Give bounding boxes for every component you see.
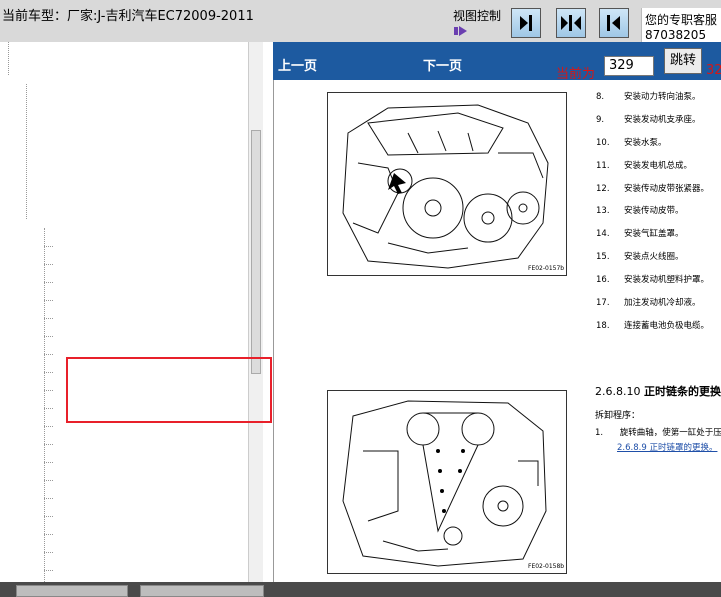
install-step: 9. 安装发动机支承座。	[596, 113, 701, 125]
tree-connector	[44, 390, 53, 391]
tree-scrollbar[interactable]	[248, 42, 263, 582]
engine-front-figure: FE02-0157b	[327, 92, 567, 276]
service-phone: 87038205	[645, 28, 707, 42]
step-number: 17.	[596, 298, 610, 308]
engine-drawing	[342, 104, 549, 269]
step-text: 安装发动机塑料护罩。	[624, 275, 710, 285]
timing-chain-drawing	[342, 400, 547, 567]
install-step: 17. 加注发动机冷却液。	[596, 296, 701, 308]
tree-connector	[44, 570, 53, 571]
step-number: 18.	[596, 321, 610, 331]
split-arrows-icon	[561, 15, 581, 31]
step-text: 安装水泵。	[624, 138, 667, 148]
tree-connector	[44, 246, 53, 247]
figure-1-caption: FE02-0157b	[528, 265, 565, 272]
step-number: 11.	[596, 161, 610, 171]
top-bar: 当前车型：厂家:J-吉利汽车EC72009-2011 视图控制 您的专职客服 8…	[0, 0, 721, 42]
tree-guide-line	[8, 42, 9, 75]
step-number: 15.	[596, 252, 610, 262]
install-step: 12. 安装传动皮带张紧器。	[596, 182, 709, 194]
jump-button[interactable]: 跳转	[664, 48, 702, 74]
customer-service-box: 您的专职客服 87038205	[641, 8, 721, 42]
tree-connector	[44, 462, 53, 463]
procedure-step-text: 旋转曲轴，使第一缸处于压	[619, 428, 721, 438]
tree-connector	[44, 498, 53, 499]
step-text: 安装点火线圈。	[624, 252, 684, 262]
arrow-to-right-bar-icon	[520, 15, 532, 31]
tree-connector	[44, 444, 53, 445]
section-heading: 2.6.8.10 正时链条的更换	[595, 383, 721, 399]
view-control-label: 视图控制	[453, 9, 502, 23]
procedure-step: 1. 旋转曲轴，使第一缸处于压	[595, 426, 721, 438]
procedure-label: 拆卸程序：	[595, 411, 641, 421]
service-label: 您的专职客服	[645, 13, 718, 27]
step-text: 安装传动皮带。	[624, 206, 684, 216]
tree-connector	[44, 408, 53, 409]
current-vehicle-title: 当前车型：厂家:J-吉利汽车EC72009-2011	[2, 9, 254, 24]
step-number: 13.	[596, 206, 610, 216]
section-number: 2.6.8.10	[595, 385, 641, 398]
tree-connector	[44, 552, 53, 553]
step-text: 连接蓄电池负极电缆。	[624, 321, 710, 331]
tree-guide-line	[44, 228, 45, 582]
toc-tree-panel	[0, 42, 263, 582]
section-title-text: 正时链条的更换	[643, 385, 721, 398]
page-number-input[interactable]: 329	[604, 56, 654, 76]
timing-chain-figure: FE02-0158b	[327, 390, 567, 574]
bottom-tab-2[interactable]	[140, 585, 264, 597]
total-pages-text: 32	[706, 63, 721, 78]
install-step: 18. 连接蓄电池负极电缆。	[596, 319, 709, 331]
tree-connector	[44, 480, 53, 481]
view-control-icon	[454, 26, 467, 36]
tree-connector	[44, 354, 53, 355]
install-step: 16. 安装发动机塑料护罩。	[596, 273, 709, 285]
tree-connector	[44, 318, 53, 319]
tree-connector	[44, 300, 53, 301]
tree-connector	[44, 534, 53, 535]
tree-connector	[44, 372, 53, 373]
tree-connector	[44, 426, 53, 427]
install-step: 14. 安装气缸盖罩。	[596, 227, 684, 239]
step-number: 10.	[596, 138, 610, 148]
bottom-bar	[0, 582, 721, 597]
bottom-tab-1[interactable]	[16, 585, 128, 597]
prev-page-link[interactable]: 上一页	[278, 55, 317, 74]
tree-connector	[44, 516, 53, 517]
figure-2-caption: FE02-0158b	[528, 563, 565, 570]
arrow-to-left-bar-icon	[607, 15, 620, 31]
split-view-button[interactable]	[556, 8, 586, 38]
collapse-right-panel-button[interactable]	[511, 8, 541, 38]
step-text: 安装动力转向油泵。	[624, 92, 701, 102]
step-number: 16.	[596, 275, 610, 285]
document-content: FE02-0157b FE02-0158b 8. 安装动力转向油泵。 9. 安装…	[273, 80, 721, 582]
tree-connector	[44, 336, 53, 337]
install-step: 11. 安装发电机总成。	[596, 159, 692, 171]
procedure-link[interactable]: 2.6.8.9 正时链罩的更换。	[617, 441, 717, 453]
step-text: 加注发动机冷却液。	[624, 298, 701, 308]
install-step: 15. 安装点火线圈。	[596, 250, 684, 262]
step-number: 8.	[596, 92, 605, 102]
document-panel: 上一页 下一页 当前为 329 跳转 32 FE02-0157b FE02-01…	[273, 42, 721, 582]
step-text: 安装传动皮带张紧器。	[624, 184, 710, 194]
install-step: 10. 安装水泵。	[596, 136, 667, 148]
collapse-left-panel-button[interactable]	[599, 8, 629, 38]
step-number: 12.	[596, 184, 610, 194]
next-page-link[interactable]: 下一页	[423, 55, 462, 74]
step-number: 14.	[596, 229, 610, 239]
install-step: 8. 安装动力转向油泵。	[596, 90, 701, 102]
step-text: 安装发动机支承座。	[624, 115, 701, 125]
tree-scrollbar-thumb[interactable]	[251, 130, 261, 374]
tree-connector	[44, 282, 53, 283]
step-number: 9.	[596, 115, 605, 125]
tree-guide-line	[26, 84, 27, 219]
procedure-step-number: 1.	[595, 428, 604, 438]
step-text: 安装气缸盖罩。	[624, 229, 684, 239]
install-step: 13. 安装传动皮带。	[596, 204, 684, 216]
step-text: 安装发电机总成。	[624, 161, 693, 171]
tree-connector	[44, 264, 53, 265]
